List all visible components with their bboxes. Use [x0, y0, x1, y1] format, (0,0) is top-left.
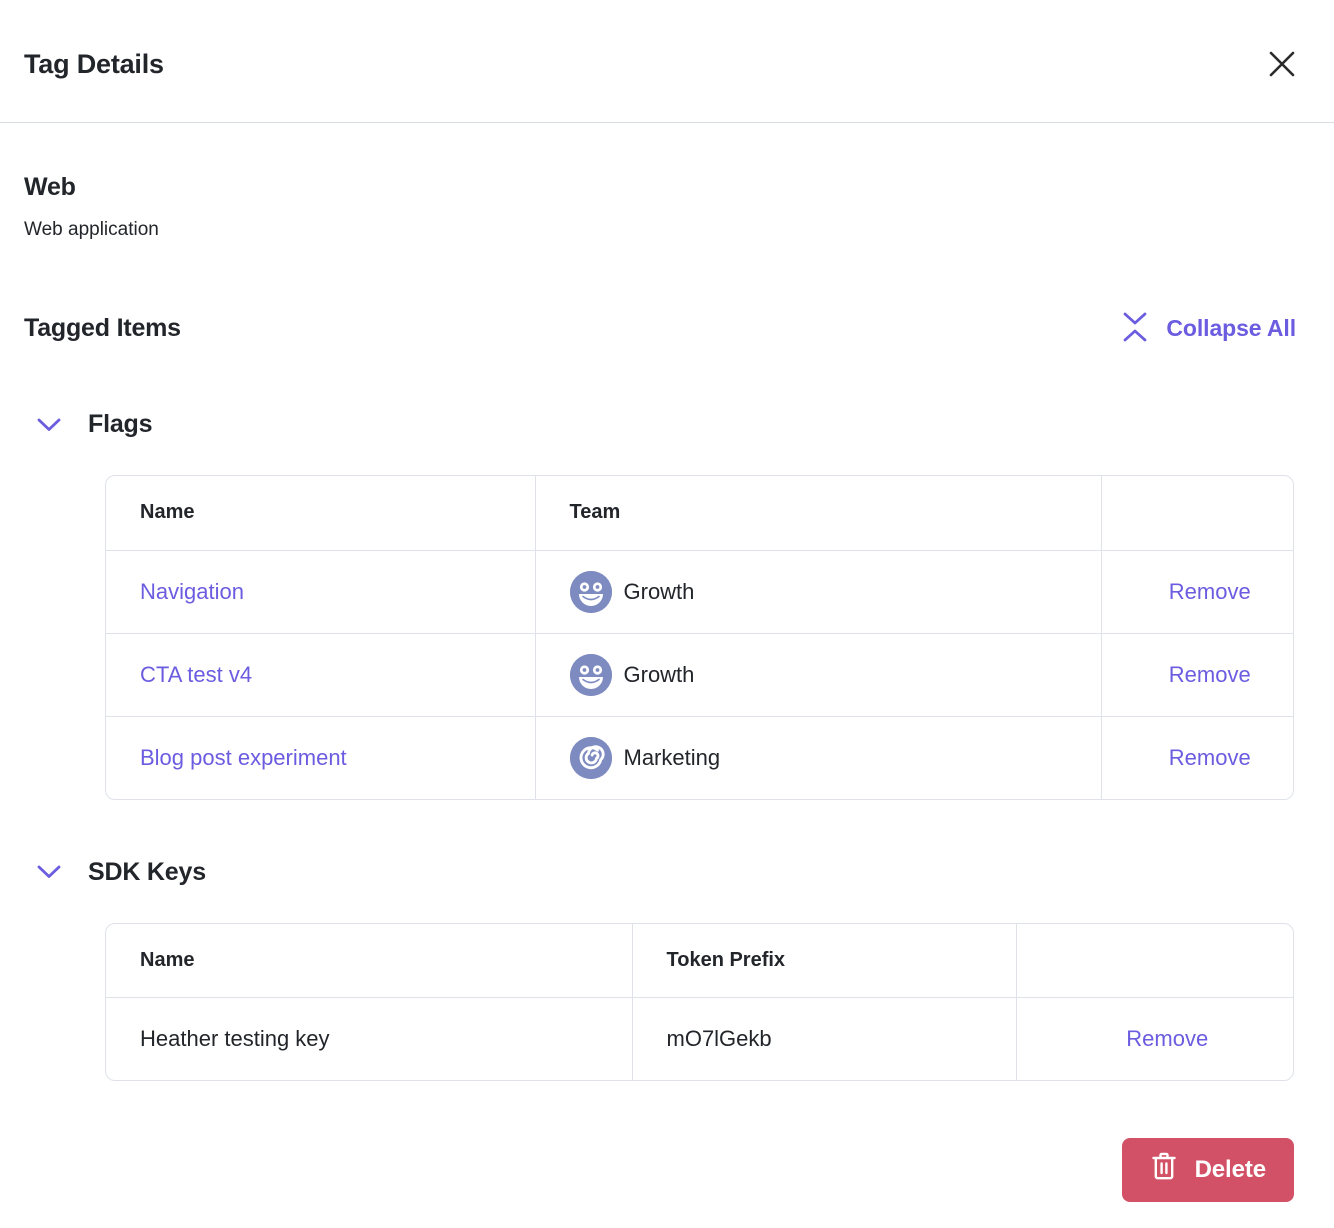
- collapse-all-icon: [1118, 307, 1152, 350]
- cell-flag-name: Blog post experiment: [106, 716, 535, 799]
- chevron-down-icon: [34, 863, 64, 881]
- tagged-items-header: Tagged Items Collapse All: [24, 303, 1310, 354]
- trash-icon: [1150, 1151, 1178, 1188]
- flags-table-body: Navigation: [106, 550, 1294, 799]
- sdk-keys-table: Name Token Prefix Heather testing key mO…: [106, 924, 1294, 1080]
- column-header-action: [1016, 924, 1294, 998]
- section-flags-title: Flags: [88, 410, 152, 439]
- cell-team: Growth: [535, 550, 1101, 633]
- flag-link[interactable]: CTA test v4: [140, 662, 252, 687]
- delete-button[interactable]: Delete: [1122, 1138, 1294, 1202]
- page-title: Tag Details: [24, 43, 164, 80]
- tag-details-panel: Tag Details Web Web application Tagged I…: [0, 0, 1334, 1228]
- frog-avatar-icon: [570, 571, 612, 613]
- remove-link[interactable]: Remove: [1169, 579, 1251, 605]
- column-header-name: Name: [106, 476, 535, 550]
- column-header-action: [1101, 476, 1294, 550]
- close-icon: [1267, 49, 1297, 79]
- cell-action: Remove: [1101, 550, 1294, 633]
- tagged-items-title: Tagged Items: [24, 314, 181, 343]
- section-flags: Flags Name Team: [24, 410, 1310, 800]
- cell-action: Remove: [1101, 633, 1294, 716]
- table-row: Heather testing key mO7lGekb Remove: [106, 998, 1294, 1080]
- team-name: Marketing: [624, 745, 721, 771]
- column-header-team: Team: [535, 476, 1101, 550]
- collapse-all-button[interactable]: Collapse All: [1118, 303, 1296, 354]
- column-header-name: Name: [106, 924, 632, 998]
- panel-header: Tag Details: [0, 0, 1334, 123]
- table-row: Navigation: [106, 550, 1294, 633]
- sdk-keys-table-body: Heather testing key mO7lGekb Remove: [106, 998, 1294, 1080]
- panel-footer: Delete: [24, 1138, 1310, 1202]
- cell-team: Growth: [535, 633, 1101, 716]
- flag-link[interactable]: Navigation: [140, 579, 244, 604]
- sdk-keys-table-container: Name Token Prefix Heather testing key mO…: [105, 923, 1294, 1081]
- table-row: Blog post experiment: [106, 716, 1294, 799]
- cell-sdk-key-name: Heather testing key: [106, 998, 632, 1080]
- remove-link[interactable]: Remove: [1169, 662, 1251, 688]
- flags-table-container: Name Team Navigation: [105, 475, 1294, 800]
- frog-avatar-icon: [570, 654, 612, 696]
- cell-sdk-token-prefix: mO7lGekb: [632, 998, 1016, 1080]
- tag-description: Web application: [24, 219, 1310, 241]
- table-header-row: Name Team: [106, 476, 1294, 550]
- cell-action: Remove: [1016, 998, 1294, 1080]
- table-header-row: Name Token Prefix: [106, 924, 1294, 998]
- close-button[interactable]: [1260, 39, 1304, 83]
- cell-flag-name: CTA test v4: [106, 633, 535, 716]
- cell-action: Remove: [1101, 716, 1294, 799]
- spiral-avatar-icon: [570, 737, 612, 779]
- delete-button-label: Delete: [1195, 1156, 1266, 1184]
- panel-body: Web Web application Tagged Items Collaps…: [0, 173, 1334, 1202]
- section-sdk-keys: SDK Keys Name Token Prefix: [24, 858, 1310, 1081]
- flags-table-head: Name Team: [106, 476, 1294, 550]
- cell-team: Marketing: [535, 716, 1101, 799]
- team-name: Growth: [624, 579, 695, 605]
- sdk-keys-table-head: Name Token Prefix: [106, 924, 1294, 998]
- chevron-down-icon: [34, 416, 64, 434]
- collapse-all-label: Collapse All: [1166, 315, 1296, 342]
- remove-link[interactable]: Remove: [1126, 1026, 1208, 1052]
- section-flags-toggle[interactable]: Flags: [24, 410, 152, 439]
- tag-name: Web: [24, 173, 1310, 202]
- flag-link[interactable]: Blog post experiment: [140, 745, 347, 770]
- section-sdk-keys-title: SDK Keys: [88, 858, 206, 887]
- remove-link[interactable]: Remove: [1169, 745, 1251, 771]
- flags-table: Name Team Navigation: [106, 476, 1294, 799]
- section-sdk-keys-toggle[interactable]: SDK Keys: [24, 858, 206, 887]
- table-row: CTA test v4: [106, 633, 1294, 716]
- cell-flag-name: Navigation: [106, 550, 535, 633]
- column-header-token-prefix: Token Prefix: [632, 924, 1016, 998]
- team-name: Growth: [624, 662, 695, 688]
